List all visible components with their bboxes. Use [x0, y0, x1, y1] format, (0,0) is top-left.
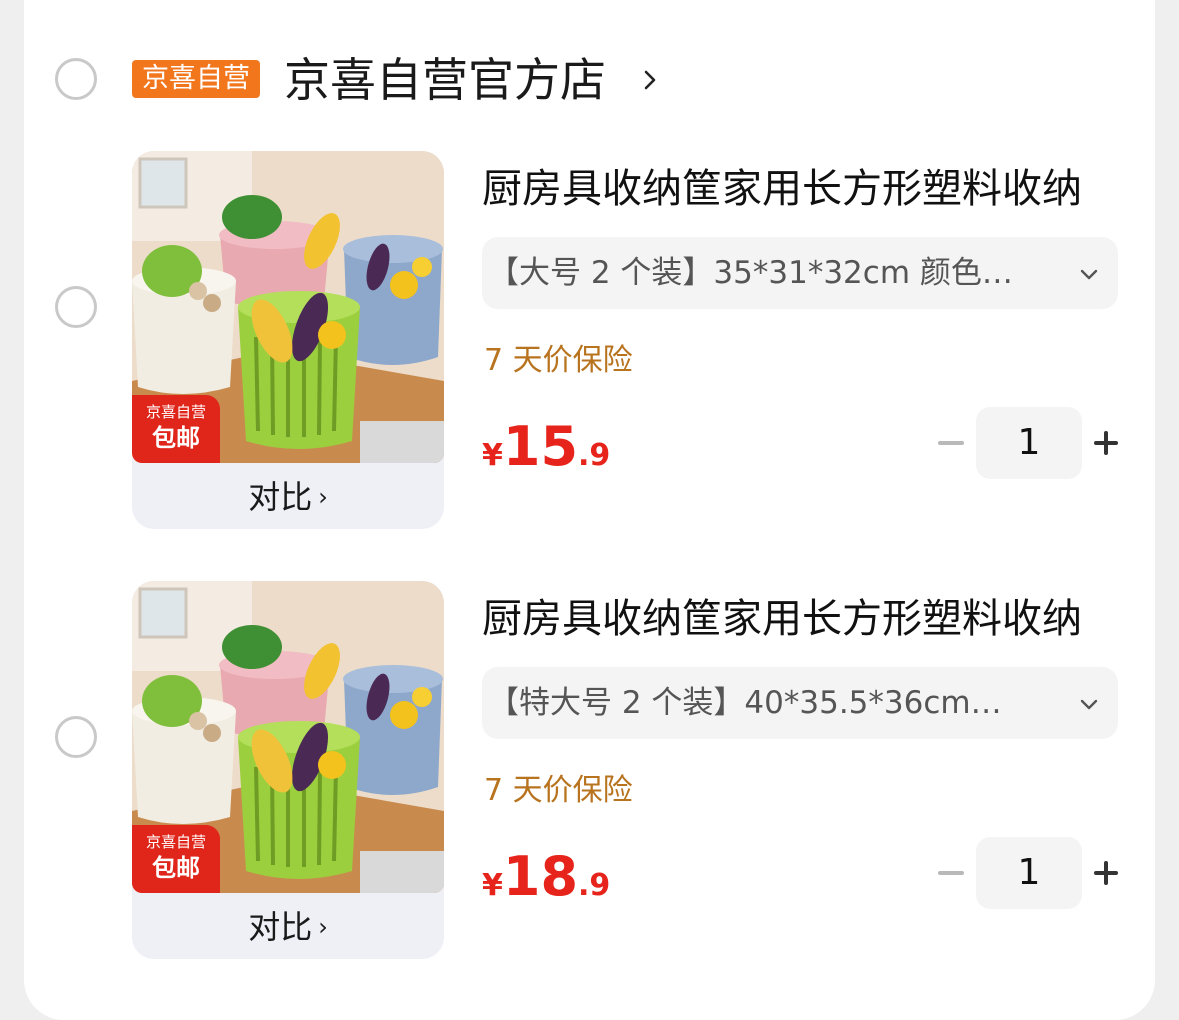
quantity-input[interactable]: 1: [976, 837, 1082, 909]
compare-label: 对比: [248, 908, 313, 946]
product-image-card[interactable]: 京喜自营 包邮 对比 ›: [132, 151, 444, 529]
price: ¥15.9: [482, 415, 610, 478]
promo-tag: 京喜自营 包邮: [132, 825, 220, 893]
compare-label: 对比: [248, 478, 313, 516]
chevron-down-icon: [1080, 699, 1098, 710]
spec-text: 【特大号 2 个装】40*35.5*36cm…: [488, 685, 1002, 721]
store-badge: 京喜自营: [132, 60, 260, 98]
promo-tag-free-shipping: 包邮: [152, 854, 200, 882]
price-integer: 15: [502, 415, 579, 478]
price-protection-label[interactable]: 7 天价保险: [484, 771, 633, 811]
quantity-decrease-button[interactable]: [938, 871, 964, 875]
price: ¥18.9: [482, 845, 610, 908]
promo-tag-top: 京喜自营: [145, 403, 206, 421]
product-image-card[interactable]: 京喜自营 包邮 对比 ›: [132, 581, 444, 959]
quantity-increase-button[interactable]: [1094, 431, 1118, 455]
chevron-right-icon: ›: [318, 913, 328, 941]
promo-tag-free-shipping: 包邮: [152, 424, 200, 452]
promo-tag-top: 京喜自营: [145, 833, 206, 851]
quantity-increase-button[interactable]: [1094, 861, 1118, 885]
chevron-right-icon: ›: [318, 483, 328, 511]
cart-item: 京喜自营 包邮 对比 › 厨房具收纳筐家用长方形塑料收纳 【大号 2 个装】35*…: [0, 151, 1179, 531]
product-image[interactable]: 京喜自营 包邮: [132, 151, 444, 463]
price-decimal: .9: [578, 868, 611, 903]
store-name[interactable]: 京喜自营官方店: [284, 52, 606, 108]
store-select-radio[interactable]: [55, 58, 97, 100]
currency-symbol: ¥: [482, 438, 503, 473]
price-decimal: .9: [578, 438, 611, 473]
chevron-down-icon: [1080, 269, 1098, 280]
promo-tag: 京喜自营 包邮: [132, 395, 220, 463]
spec-selector[interactable]: 【特大号 2 个装】40*35.5*36cm…: [482, 667, 1118, 739]
quantity-decrease-button[interactable]: [938, 441, 964, 445]
spec-text: 【大号 2 个装】35*31*32cm 颜色…: [488, 255, 1013, 291]
spec-selector[interactable]: 【大号 2 个装】35*31*32cm 颜色…: [482, 237, 1118, 309]
quantity-input[interactable]: 1: [976, 407, 1082, 479]
compare-button[interactable]: 对比 ›: [132, 897, 444, 957]
product-title[interactable]: 厨房具收纳筐家用长方形塑料收纳: [482, 595, 1122, 643]
currency-symbol: ¥: [482, 868, 503, 903]
price-protection-label[interactable]: 7 天价保险: [484, 341, 633, 381]
compare-button[interactable]: 对比 ›: [132, 467, 444, 527]
product-image[interactable]: 京喜自营 包邮: [132, 581, 444, 893]
product-title[interactable]: 厨房具收纳筐家用长方形塑料收纳: [482, 165, 1122, 213]
price-integer: 18: [502, 845, 579, 908]
chevron-right-icon[interactable]: [636, 66, 664, 94]
cart-item: 京喜自营 包邮 对比 › 厨房具收纳筐家用长方形塑料收纳 【特大号 2 个装】40…: [0, 581, 1179, 961]
